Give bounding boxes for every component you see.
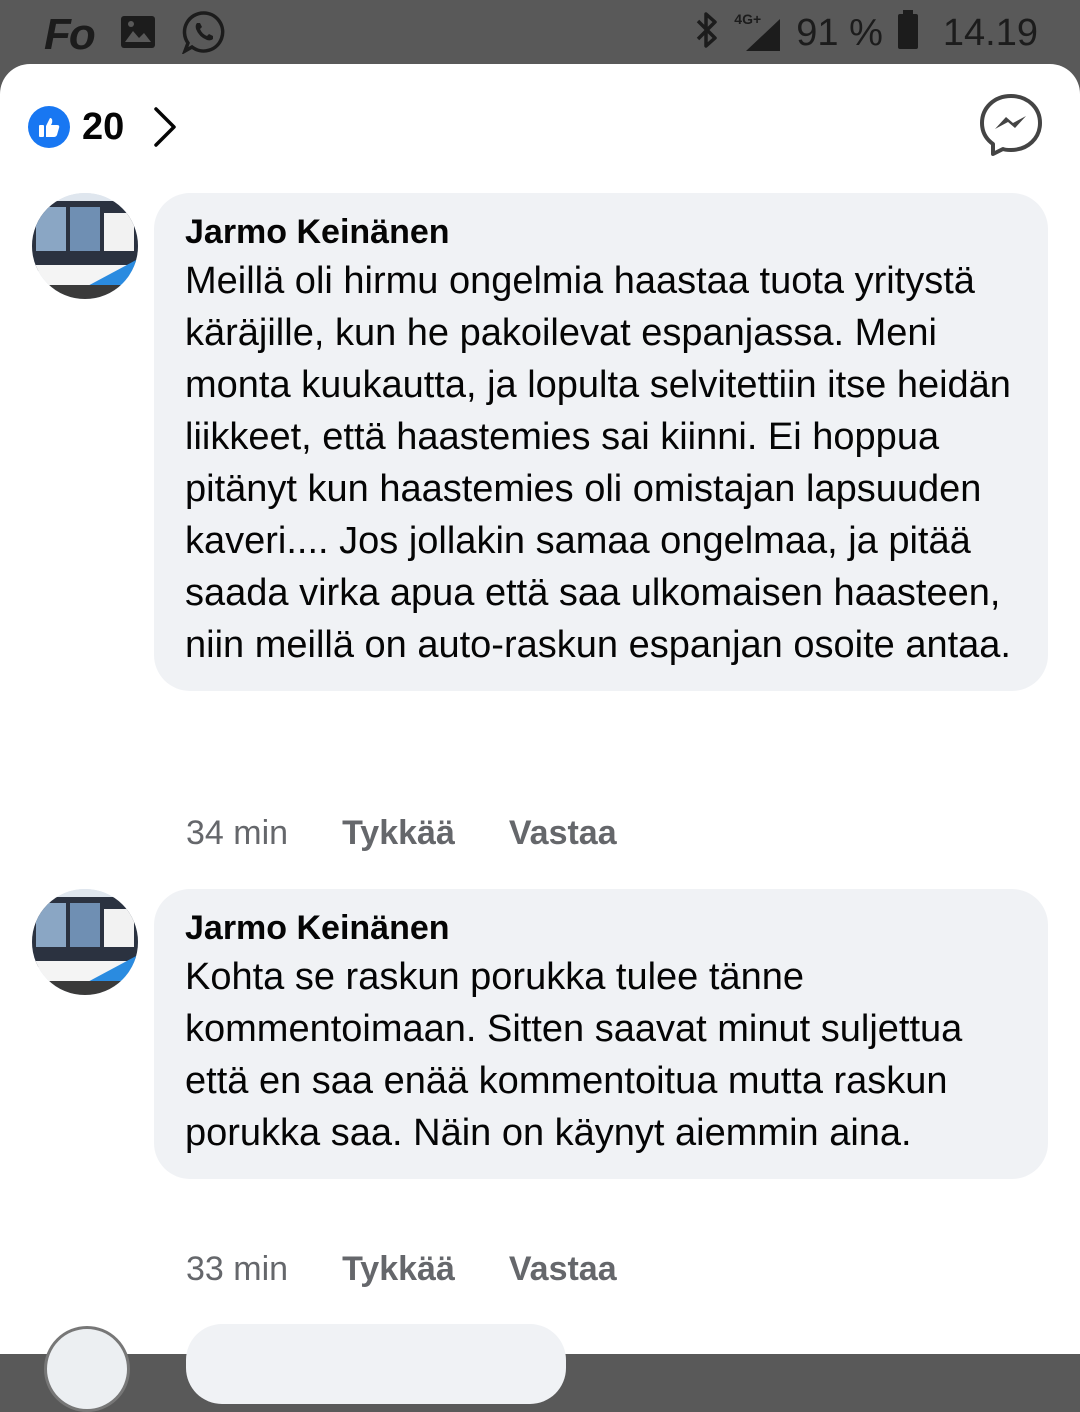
status-bar: Fo 4G+ 91 % 14.19 <box>0 0 1080 64</box>
app-notification-label: Fo <box>44 9 96 59</box>
battery-percent: 91 % <box>796 11 883 54</box>
bluetooth-icon <box>694 10 720 55</box>
comment-text: Meillä oli hirmu ongelmia haastaa tuota … <box>185 260 1011 666</box>
messenger-button[interactable] <box>978 92 1044 163</box>
like-button[interactable]: Tykkää <box>342 813 455 853</box>
comment-bubble[interactable] <box>186 1324 566 1404</box>
comments-sheet: 20 Jarmo Keinänen Meillä oli hirmu ongel… <box>0 64 1080 1412</box>
battery-icon <box>897 10 919 55</box>
comment-author[interactable]: Jarmo Keinänen <box>185 213 1018 251</box>
messenger-icon <box>978 92 1044 163</box>
whatsapp-icon <box>181 10 226 59</box>
reaction-count: 20 <box>82 106 125 148</box>
like-button[interactable]: Tykkää <box>342 1249 455 1289</box>
reactions-summary[interactable]: 20 <box>28 104 178 150</box>
comment-actions: 33 min Tykkää Vastaa <box>186 1249 617 1289</box>
reply-button[interactable]: Vastaa <box>509 1249 617 1289</box>
reply-button[interactable]: Vastaa <box>509 813 617 853</box>
avatar[interactable] <box>44 1326 130 1412</box>
comment-bubble[interactable]: Jarmo Keinänen Kohta se raskun porukka t… <box>154 889 1048 1179</box>
signal-icon: 4G+ <box>734 11 782 55</box>
like-icon <box>28 106 70 148</box>
comment-bubble[interactable]: Jarmo Keinänen Meillä oli hirmu ongelmia… <box>154 193 1048 691</box>
comment-time[interactable]: 33 min <box>186 1249 288 1289</box>
gallery-icon <box>120 15 156 54</box>
comment-author[interactable]: Jarmo Keinänen <box>185 909 1018 947</box>
comment-time[interactable]: 34 min <box>186 813 288 853</box>
clock: 14.19 <box>942 11 1038 54</box>
comment-actions: 34 min Tykkää Vastaa <box>186 813 617 853</box>
avatar[interactable] <box>32 193 138 299</box>
avatar[interactable] <box>32 889 138 995</box>
comment-text: Kohta se raskun porukka tulee tänne komm… <box>185 956 963 1154</box>
chevron-right-icon[interactable] <box>152 106 178 148</box>
